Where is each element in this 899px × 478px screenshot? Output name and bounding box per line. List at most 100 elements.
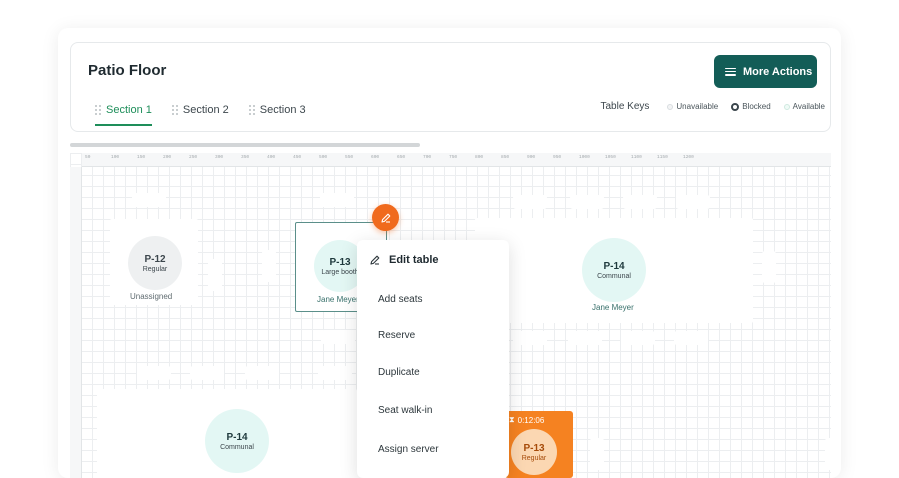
ruler-label: 350 — [241, 155, 250, 160]
server-label: Jane Meyer — [592, 303, 634, 312]
pencil-icon — [370, 255, 380, 265]
more-actions-label: More Actions — [743, 65, 813, 78]
table-id: P-12 — [144, 253, 166, 265]
ruler-label: 1150 — [657, 155, 668, 160]
pencil-icon — [380, 213, 390, 223]
key-label: Blocked — [742, 102, 771, 111]
menu-icon — [725, 67, 736, 76]
menu-title: Edit table — [389, 254, 439, 266]
edit-table-button[interactable] — [372, 204, 399, 231]
ruler-label: 800 — [475, 155, 484, 160]
more-actions-button[interactable]: More Actions — [714, 55, 817, 88]
ruler-label: 900 — [527, 155, 536, 160]
ruler-label: 150 — [137, 155, 146, 160]
seat-marker — [621, 331, 655, 345]
ruler-label: 450 — [293, 155, 302, 160]
key-label: Available — [792, 102, 825, 111]
seat-marker — [676, 195, 710, 209]
ruler-label: 100 — [111, 155, 120, 160]
seat-marker — [245, 366, 279, 380]
table-type: Regular — [521, 454, 547, 462]
table-p13-regular[interactable]: P-13 Regular — [511, 429, 557, 475]
blocked-ring-icon — [731, 102, 740, 111]
ruler-label: 1100 — [631, 155, 642, 160]
key-available: Available — [783, 102, 825, 111]
seat-marker — [568, 331, 602, 345]
available-dot-icon — [783, 103, 790, 110]
page-title: Patio Floor — [88, 62, 167, 79]
table-keys-title: Table Keys — [600, 101, 650, 112]
table-id: P-13 — [329, 256, 351, 268]
ruler-label: 400 — [267, 155, 276, 160]
drag-handle-icon[interactable] — [248, 104, 255, 116]
drag-handle-icon[interactable] — [171, 104, 178, 116]
table-p14[interactable]: P-14 Communal — [582, 238, 646, 302]
seat-marker — [674, 331, 708, 345]
ruler-label: 50 — [85, 155, 91, 160]
seat-marker — [132, 193, 166, 207]
edit-table-menu: Edit table Add seats Reserve Duplicate S… — [357, 240, 509, 478]
hourglass-icon: ⧗ — [509, 415, 515, 424]
table-type: Communal — [597, 272, 631, 280]
ruler-label: 300 — [215, 155, 224, 160]
occupied-table-card[interactable]: ⧗ 0:12:06 P-13 Regular — [505, 411, 573, 478]
ruler-label: 650 — [397, 155, 406, 160]
floor-header: Patio Floor More Actions Section 1 Secti… — [70, 42, 831, 132]
table-p12[interactable]: P-12 Regular — [128, 236, 182, 290]
tab-section-1[interactable]: Section 1 — [95, 101, 152, 126]
seat-marker — [513, 331, 547, 345]
seat-marker — [262, 250, 276, 282]
tab-label: Section 1 — [106, 104, 152, 116]
seat-marker — [208, 259, 222, 291]
ruler-label: 700 — [423, 155, 432, 160]
seat-marker — [762, 251, 776, 283]
seat-marker — [623, 195, 657, 209]
server-label: Unassigned — [130, 292, 173, 301]
table-id: P-14 — [226, 431, 248, 443]
table-p14-communal[interactable]: P-14 Communal — [205, 409, 269, 473]
left-ruler — [70, 167, 82, 478]
seat-marker — [513, 195, 547, 209]
ruler-label: 250 — [189, 155, 198, 160]
horizontal-scrollbar[interactable] — [70, 143, 420, 147]
key-unavailable: Unavailable — [667, 102, 718, 111]
table-id: P-13 — [523, 442, 545, 454]
menu-item-assign-server[interactable]: Assign server — [378, 444, 439, 455]
timer-text: 0:12:06 — [517, 415, 545, 425]
tab-label: Section 3 — [259, 104, 306, 116]
menu-item-seat-walk-in[interactable]: Seat walk-in — [378, 405, 432, 416]
menu-header: Edit table — [369, 254, 439, 266]
seat-marker — [190, 366, 224, 380]
seat-marker — [825, 438, 831, 470]
key-blocked: Blocked — [731, 102, 771, 111]
ruler-label: 200 — [163, 155, 172, 160]
ruler-label: 1050 — [605, 155, 616, 160]
ruler-label: 550 — [345, 155, 354, 160]
top-ruler: 50 100 150 200 250 300 350 400 450 500 550 600 650 70… — [82, 153, 831, 167]
ruler-label: 500 — [319, 155, 328, 160]
ruler-label: 600 — [371, 155, 380, 160]
tab-section-3[interactable]: Section 3 — [248, 101, 306, 119]
table-type: Communal — [220, 443, 254, 451]
menu-item-duplicate[interactable]: Duplicate — [378, 367, 420, 378]
table-type: Regular — [142, 265, 168, 273]
ruler-label: 1200 — [683, 155, 694, 160]
tab-section-2[interactable]: Section 2 — [171, 101, 229, 119]
drag-handle-icon[interactable] — [95, 104, 101, 116]
table-id: P-14 — [603, 260, 625, 272]
ruler-label: 950 — [553, 155, 562, 160]
menu-item-add-seats[interactable]: Add seats — [378, 294, 422, 305]
key-label: Unavailable — [676, 102, 719, 111]
seat-marker — [590, 438, 604, 470]
ruler-label: 1000 — [579, 155, 590, 160]
table-keys-legend: Table Keys Unavailable Blocked Available — [600, 101, 830, 112]
seat-marker — [137, 366, 171, 380]
seat-marker — [320, 193, 354, 207]
ruler-label: 750 — [449, 155, 458, 160]
seat-marker — [321, 330, 355, 344]
menu-item-reserve[interactable]: Reserve — [378, 330, 415, 341]
timer: ⧗ 0:12:06 — [509, 415, 544, 425]
ruler-label: 850 — [501, 155, 510, 160]
seat-marker — [318, 366, 352, 380]
server-label: Jane Meyer — [317, 295, 359, 304]
